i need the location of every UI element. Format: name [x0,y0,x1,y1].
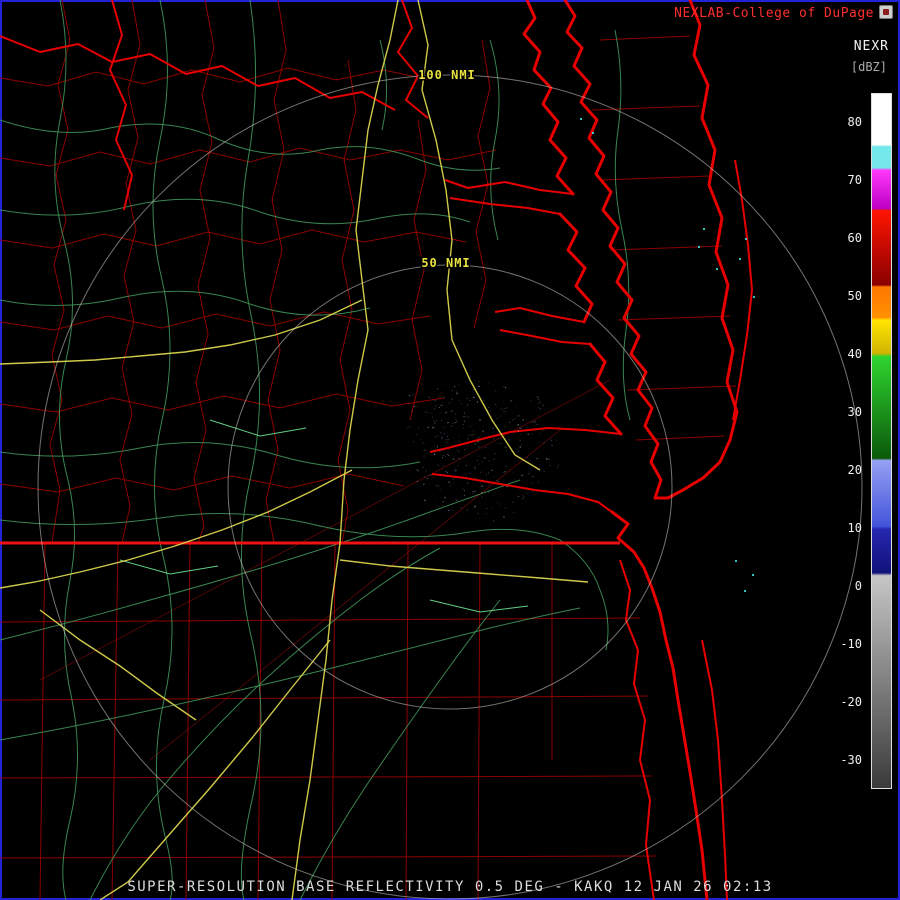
product-label: NEXR [853,39,889,54]
cod-logo-icon [879,5,893,19]
highways-yellow [0,0,589,900]
product-caption: SUPER-RESOLUTION BASE REFLECTIVITY 0.5 D… [127,879,773,895]
colorbar-bar [871,93,892,789]
colorbar-ticks: 80 70 60 50 40 30 20 10 0 -10 -20 -30 [840,115,862,767]
radar-display: 100 NMI 50 NMI NEXLAB-College of DuPage … [0,0,900,900]
range-ring-100-label: 100 NMI [418,68,476,82]
attribution-text: NEXLAB-College of DuPage [674,6,874,21]
ocean-clutter-specks [580,118,755,592]
range-ring-50-label: 50 NMI [421,256,470,270]
radar-map: 100 NMI 50 NMI [0,0,863,900]
coastline [0,0,753,900]
units-label: [dBZ] [850,60,887,74]
